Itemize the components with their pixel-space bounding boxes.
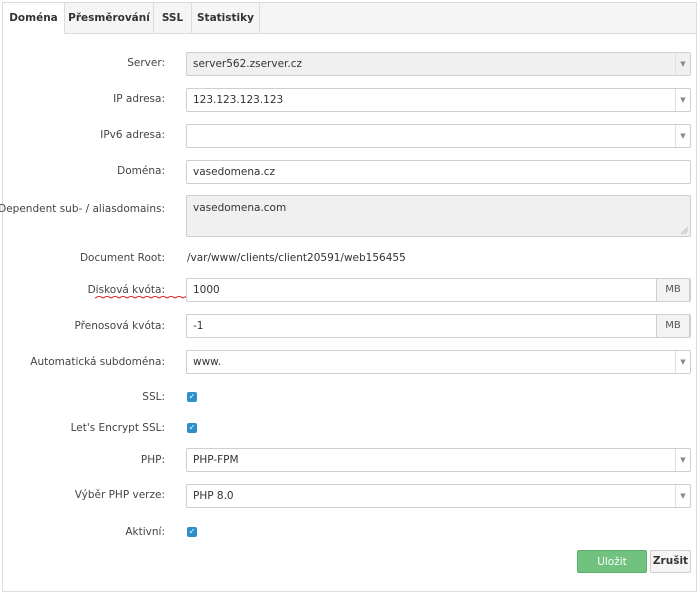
ip-select[interactable]: 123.123.123.123 ▼ <box>186 88 691 112</box>
server-label: Server: <box>127 57 165 69</box>
php-select[interactable]: PHP-FPM ▼ <box>186 448 691 472</box>
aliases-label: Dependent sub- / aliasdomains: <box>0 203 165 215</box>
tab-bar: Doména Přesměrování SSL Statistiky <box>3 3 696 34</box>
aliases-value: vasedomena.com <box>193 202 287 214</box>
chevron-down-icon: ▼ <box>675 449 690 471</box>
quota-label: Disková kvóta: <box>87 284 165 296</box>
ip-label: IP adresa: <box>113 93 165 105</box>
chevron-down-icon: ▼ <box>675 53 690 75</box>
domain-input[interactable]: vasedomena.cz <box>186 160 691 184</box>
ipv6-label: IPv6 adresa: <box>100 129 165 141</box>
phpver-label: Výběr PHP verze: <box>74 489 165 501</box>
active-checkbox[interactable]: ✓ <box>187 527 197 537</box>
letsencrypt-label: Let's Encrypt SSL: <box>70 422 165 434</box>
domain-label: Doména: <box>117 165 165 177</box>
php-value: PHP-FPM <box>193 454 239 466</box>
tab-redirect[interactable]: Přesměrování <box>65 3 154 33</box>
quota-value: 1000 <box>193 284 220 296</box>
subdomain-value: www. <box>193 356 222 368</box>
active-label: Aktivní: <box>125 526 165 538</box>
traffic-value: -1 <box>193 320 204 332</box>
traffic-input[interactable]: -1 MB <box>186 314 691 338</box>
php-label: PHP: <box>140 454 165 466</box>
subdomain-label: Automatická subdoména: <box>30 356 165 368</box>
ssl-checkbox[interactable]: ✓ <box>187 392 197 402</box>
tab-statistics[interactable]: Statistiky <box>192 3 260 33</box>
ip-value: 123.123.123.123 <box>193 94 284 106</box>
docroot-value: /var/www/clients/client20591/web156455 <box>187 252 406 264</box>
cancel-button[interactable]: Zrušit <box>650 550 691 573</box>
tab-domain[interactable]: Doména <box>3 3 65 34</box>
phpver-value: PHP 8.0 <box>193 490 234 502</box>
save-button[interactable]: Uložit <box>577 550 647 573</box>
domain-value: vasedomena.cz <box>193 166 276 178</box>
chevron-down-icon: ▼ <box>675 125 690 147</box>
tab-ssl[interactable]: SSL <box>154 3 192 33</box>
traffic-label: Přenosová kvóta: <box>74 320 165 332</box>
resize-handle-icon[interactable] <box>681 227 688 234</box>
chevron-down-icon: ▼ <box>675 351 690 373</box>
subdomain-select[interactable]: www. ▼ <box>186 350 691 374</box>
quota-input[interactable]: 1000 MB <box>186 278 691 302</box>
chevron-down-icon: ▼ <box>675 485 690 507</box>
letsencrypt-checkbox[interactable]: ✓ <box>187 423 197 433</box>
server-value: server562.zserver.cz <box>193 58 303 70</box>
phpver-select[interactable]: PHP 8.0 ▼ <box>186 484 691 508</box>
aliases-textarea[interactable]: vasedomena.com <box>186 195 691 237</box>
quota-unit: MB <box>656 278 690 302</box>
chevron-down-icon: ▼ <box>675 89 690 111</box>
server-select[interactable]: server562.zserver.cz ▼ <box>186 52 691 76</box>
docroot-label: Document Root: <box>79 252 165 264</box>
ssl-label: SSL: <box>142 391 165 403</box>
traffic-unit: MB <box>656 314 690 338</box>
ipv6-select[interactable]: ▼ <box>186 124 691 148</box>
